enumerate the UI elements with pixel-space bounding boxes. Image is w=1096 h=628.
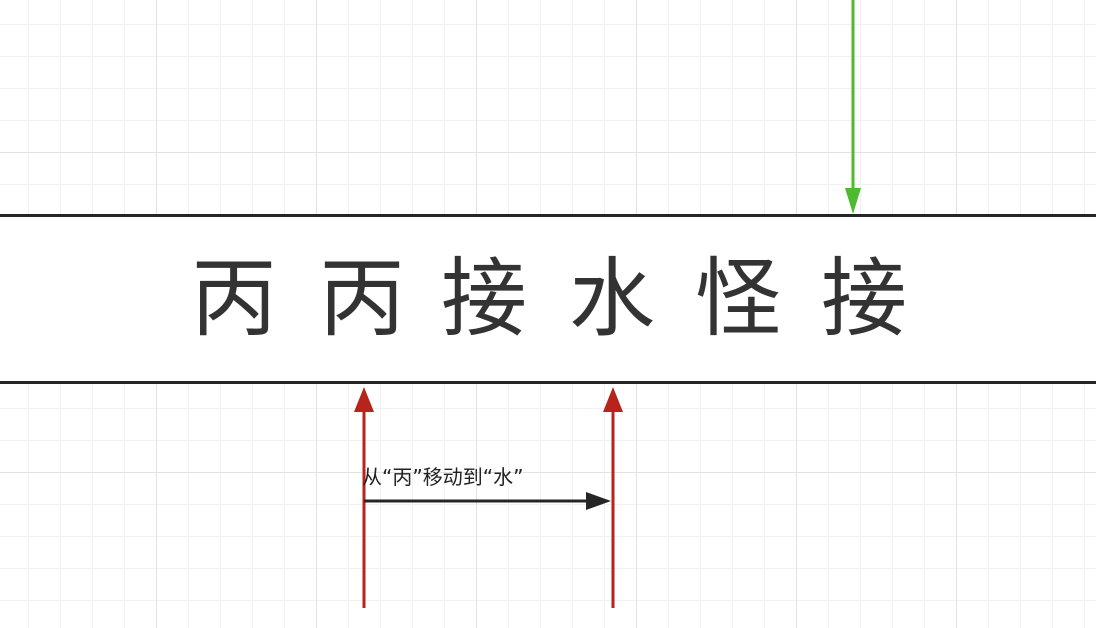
move-annotation-label: 从“丙”移动到“水” bbox=[362, 465, 524, 489]
start-position-arrow-head bbox=[354, 387, 374, 412]
arrow-layer bbox=[354, 0, 861, 608]
target-position-arrow-head bbox=[603, 387, 623, 412]
pattern-pointer-arrow-head bbox=[845, 188, 861, 214]
move-arrow-head bbox=[586, 492, 611, 510]
